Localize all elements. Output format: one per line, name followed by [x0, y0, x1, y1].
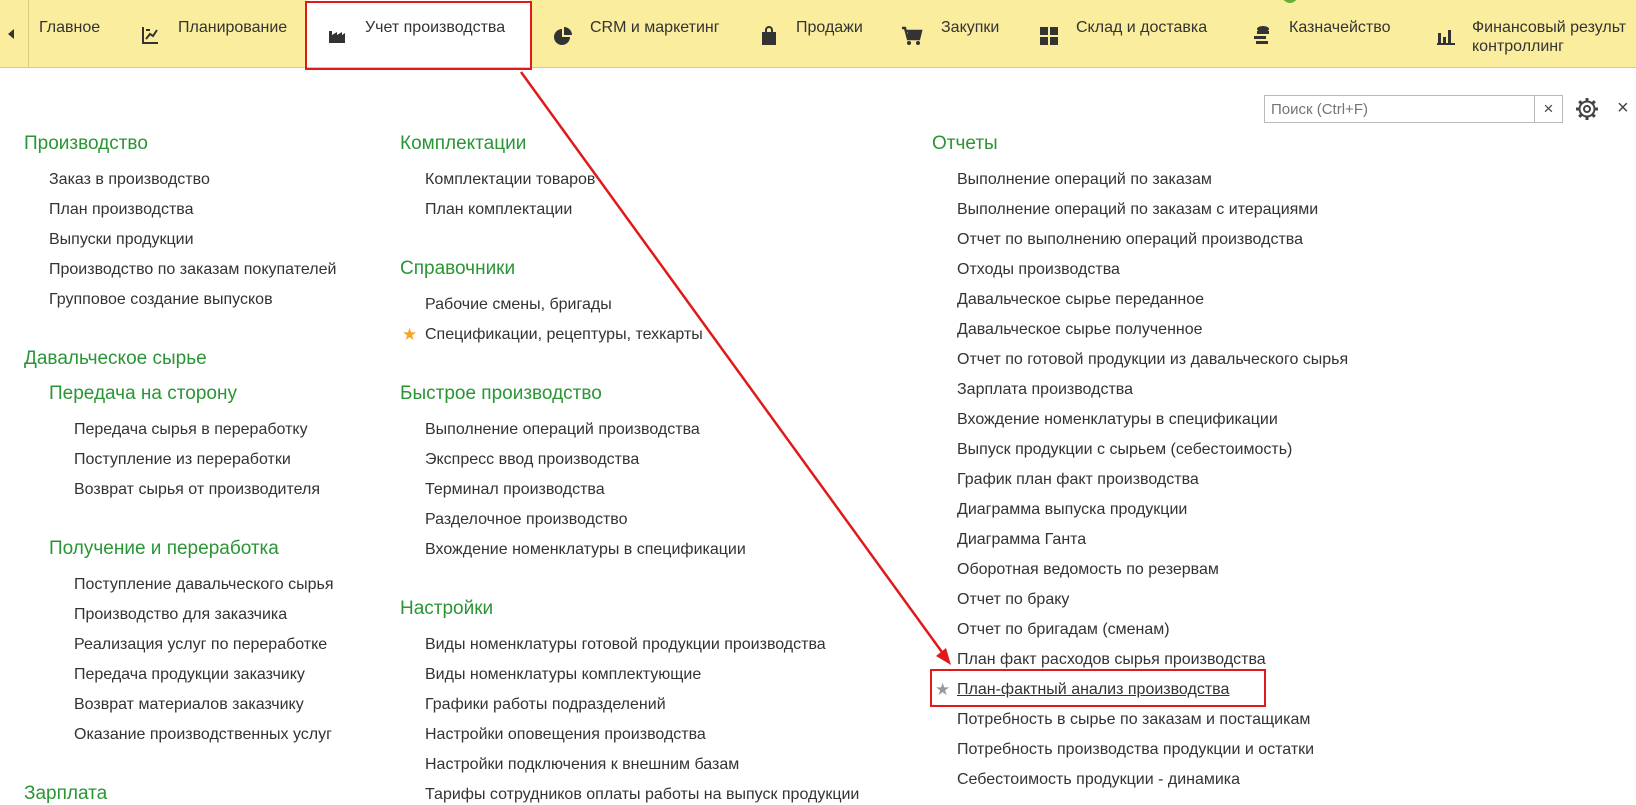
- annotation-arrow: [519, 71, 951, 665]
